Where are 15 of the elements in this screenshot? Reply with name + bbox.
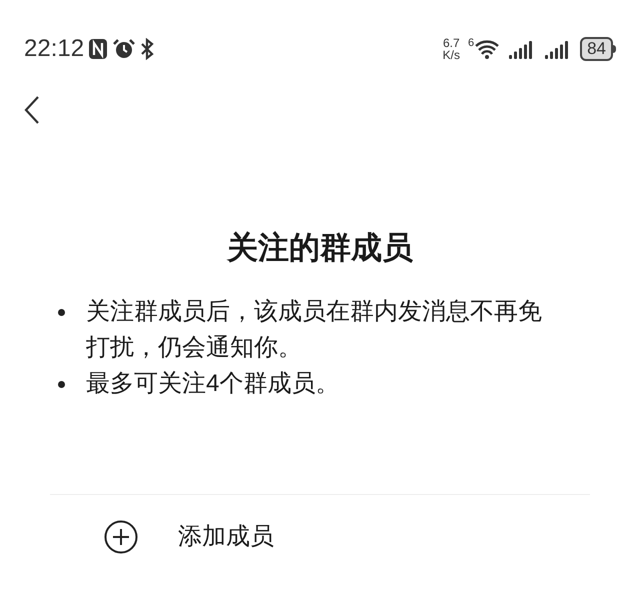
- bluetooth-icon: [140, 38, 154, 60]
- nfc-icon: [88, 38, 108, 60]
- page-title: 关注的群成员: [226, 229, 414, 267]
- wifi-icon: [474, 38, 500, 60]
- alarm-icon: [112, 38, 136, 60]
- add-icon: [104, 520, 138, 554]
- bullet-text: 最多可关注4个群成员。: [86, 369, 340, 399]
- network-speed: 6.7: [442, 37, 460, 49]
- battery-indicator: 84: [580, 37, 613, 61]
- add-member-button[interactable]: 添加成员: [104, 519, 640, 555]
- clock-time: 22:12: [24, 34, 84, 64]
- back-icon: [24, 95, 40, 125]
- wifi-standard-label: 6: [468, 38, 474, 49]
- speed-unit: K/s: [442, 49, 460, 61]
- bullet-text: 关注群成员后，该成员在群内发消息不再免打扰，仍会通知你。: [86, 297, 543, 363]
